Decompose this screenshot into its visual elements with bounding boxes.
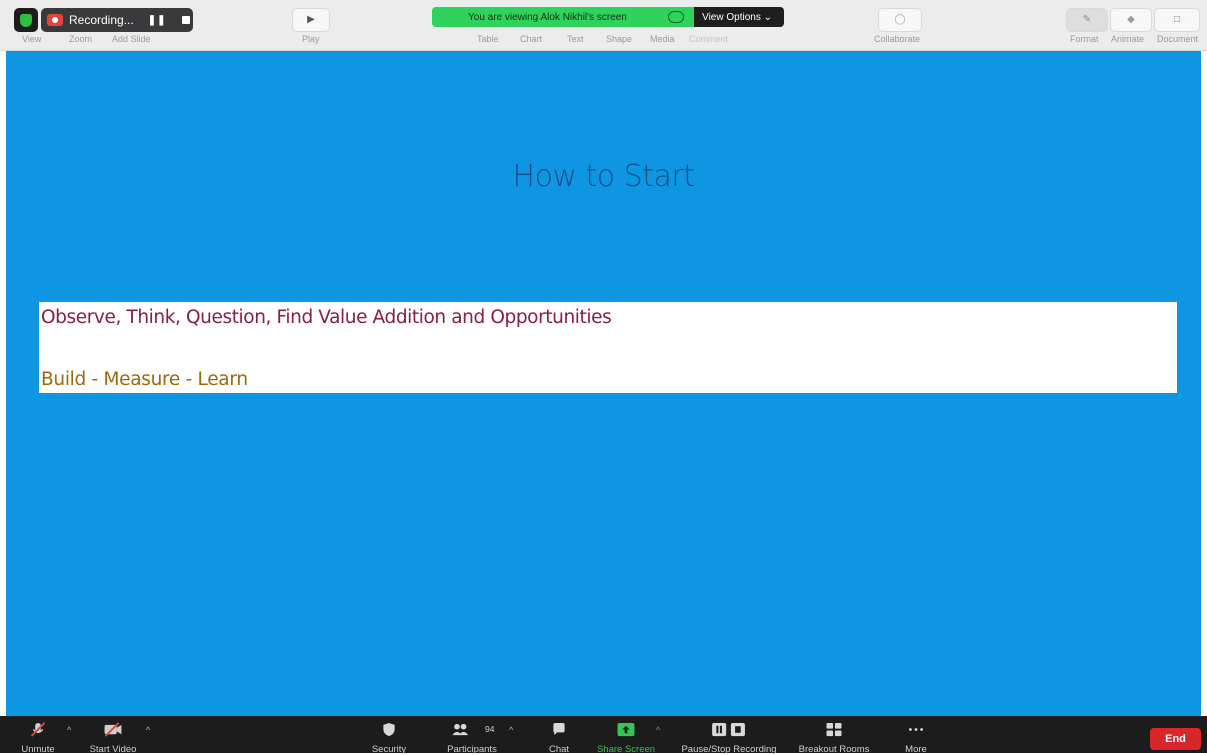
- slide-line-2: Build - Measure - Learn: [41, 369, 248, 390]
- end-meeting-button[interactable]: End: [1150, 728, 1201, 750]
- diamond-icon: ◆: [1127, 14, 1135, 25]
- start-video-button[interactable]: Start Video: [80, 716, 146, 755]
- participants-button[interactable]: Participants: [440, 716, 504, 755]
- play-button[interactable]: ▶: [292, 8, 330, 32]
- more-button[interactable]: More: [898, 716, 934, 755]
- paintbrush-icon: ✎: [1082, 14, 1092, 25]
- cloud-record-icon: [47, 14, 63, 26]
- play-icon: ▶: [307, 14, 315, 25]
- format-label: Format: [1070, 34, 1099, 44]
- slide: How to Start Observe, Think, Question, F…: [6, 51, 1201, 716]
- zoom-meeting-toolbar: Unmute ^ Start Video ^ Security Particip…: [0, 716, 1207, 755]
- pause-stop-recording-button[interactable]: Pause/Stop Recording: [676, 716, 782, 755]
- shield-icon: [383, 722, 395, 737]
- chat-label: Chat: [548, 744, 570, 755]
- document-icon: □: [1173, 14, 1181, 25]
- unmute-button[interactable]: Unmute: [18, 716, 58, 755]
- pause-stop-icon: [712, 722, 745, 737]
- slide-text-box: Observe, Think, Question, Find Value Add…: [39, 302, 1177, 393]
- shape-button[interactable]: Shape: [606, 34, 632, 44]
- viewing-banner: You are viewing Alok Nikhil's screen Vie…: [432, 7, 784, 27]
- table-button[interactable]: Table: [477, 34, 499, 44]
- animate-button[interactable]: ◆: [1110, 8, 1152, 32]
- document-label: Document: [1157, 34, 1199, 44]
- slide-line-1: Observe, Think, Question, Find Value Add…: [41, 307, 612, 328]
- cloud-icon: [668, 11, 685, 23]
- start-video-label: Start Video: [89, 744, 137, 755]
- format-button[interactable]: ✎: [1066, 8, 1108, 32]
- video-options-caret-icon[interactable]: ^: [146, 725, 150, 735]
- video-off-icon: [104, 722, 122, 737]
- share-screen-icon: [617, 722, 635, 737]
- view-options-button[interactable]: View Options ⌄: [694, 7, 784, 27]
- recording-indicator: Recording... ❚❚: [41, 8, 193, 32]
- collaborate-icon: ◯: [894, 14, 906, 25]
- pause-stop-label: Pause/Stop Recording: [681, 744, 777, 755]
- pause-recording-icon[interactable]: ❚❚: [148, 15, 167, 26]
- share-screen-button[interactable]: Share Screen: [594, 716, 658, 755]
- participants-count: 94: [485, 724, 495, 734]
- participants-caret-icon[interactable]: ^: [509, 725, 513, 735]
- slide-title: How to Start: [512, 159, 695, 194]
- audio-options-caret-icon[interactable]: ^: [67, 725, 71, 735]
- stop-recording-icon[interactable]: [182, 16, 191, 24]
- comment-button[interactable]: Comment: [689, 34, 728, 44]
- breakout-rooms-icon: [826, 722, 842, 737]
- security-label: Security: [371, 744, 407, 755]
- chat-button[interactable]: Chat: [539, 716, 579, 755]
- breakout-rooms-button[interactable]: Breakout Rooms: [796, 716, 872, 755]
- media-button[interactable]: Media: [650, 34, 675, 44]
- document-button[interactable]: □: [1154, 8, 1200, 32]
- more-label: More: [905, 744, 927, 755]
- recording-label: Recording...: [69, 13, 134, 27]
- collaborate-label: Collaborate: [874, 34, 921, 44]
- text-button[interactable]: Text: [567, 34, 584, 44]
- zoom-menu[interactable]: Zoom: [69, 34, 92, 44]
- security-button[interactable]: Security: [366, 716, 412, 755]
- security-shield-icon[interactable]: [14, 8, 38, 32]
- participants-label: Participants: [447, 744, 497, 755]
- more-dots-icon: [908, 728, 924, 731]
- add-slide-button[interactable]: Add Slide: [112, 34, 151, 44]
- breakout-rooms-label: Breakout Rooms: [798, 744, 870, 755]
- chat-bubble-icon: [553, 722, 565, 736]
- chart-button[interactable]: Chart: [520, 34, 542, 44]
- share-options-caret-icon[interactable]: ^: [656, 725, 660, 735]
- share-screen-label: Share Screen: [596, 744, 656, 755]
- unmute-label: Unmute: [21, 744, 55, 755]
- viewing-text: You are viewing Alok Nikhil's screen: [468, 11, 627, 23]
- view-menu[interactable]: View: [22, 34, 41, 44]
- animate-label: Animate: [1111, 34, 1145, 44]
- microphone-muted-icon: [30, 722, 46, 737]
- play-label: Play: [302, 34, 320, 44]
- collaborate-button[interactable]: ◯: [878, 8, 922, 32]
